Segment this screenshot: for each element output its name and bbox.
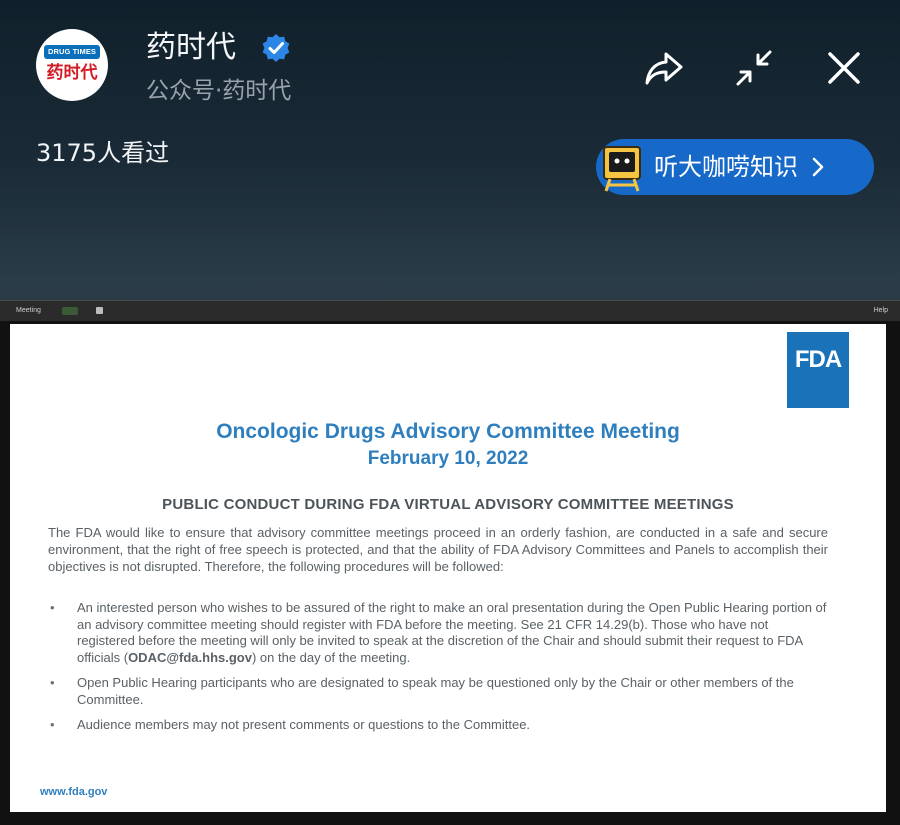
slide-title: Oncologic Drugs Advisory Committee Meeti…: [216, 420, 680, 443]
camera-indicator-icon: [62, 307, 78, 315]
slide-heading: PUBLIC CONDUCT DURING FDA VIRTUAL ADVISO…: [162, 496, 734, 513]
presentation-slide: FDA Oncologic Drugs Advisory Committee M…: [10, 324, 886, 812]
listen-expert-label: 听大咖唠知识: [654, 153, 798, 181]
bullet-text: Audience members may not present comment…: [77, 717, 531, 732]
slide-date: February 10, 2022: [367, 448, 529, 469]
close-icon: [828, 52, 860, 84]
list-item: • Open Public Hearing participants who a…: [48, 675, 828, 708]
shrink-icon: [736, 50, 772, 86]
bullet-mark: •: [50, 675, 55, 690]
tool-indicator-icon: [96, 307, 103, 314]
bullet-mark: •: [50, 717, 55, 732]
account-name[interactable]: 药时代: [146, 28, 236, 68]
listen-expert-button[interactable]: 听大咖唠知识: [596, 139, 874, 195]
chevron-right-icon: [812, 157, 824, 177]
slide-intro-paragraph: The FDA would like to ensure that adviso…: [48, 525, 828, 574]
share-icon: [645, 52, 683, 85]
view-count: 3175人看过: [36, 139, 170, 167]
logo-text-top: DRUG TIMES: [44, 45, 100, 59]
video-player[interactable]: Meeting Help FDA Oncologic Drugs Advisor…: [0, 300, 900, 825]
bullet-text: Open Public Hearing participants who are…: [77, 675, 794, 707]
share-button[interactable]: [642, 46, 686, 90]
fda-logo: FDA: [787, 332, 849, 408]
list-item: • Audience members may not present comme…: [48, 717, 828, 734]
expert-badge-icon: [600, 141, 648, 193]
bullet-mark: •: [50, 600, 55, 615]
account-avatar[interactable]: DRUG TIMES 药时代: [36, 29, 108, 101]
list-item: • An interested person who wishes to be …: [48, 600, 828, 666]
logo-text-bottom: 药时代: [46, 63, 98, 83]
minimize-button[interactable]: [732, 46, 776, 90]
account-subtitle: 公众号·药时代: [146, 78, 292, 104]
help-menu: Help: [873, 307, 888, 314]
verified-icon: [260, 32, 292, 64]
close-button[interactable]: [822, 46, 866, 90]
meeting-menu: Meeting: [16, 307, 41, 314]
bullet-text: ) on the day of the meeting.: [251, 649, 411, 665]
meeting-toolbar: Meeting Help: [0, 300, 900, 321]
slide-bullet-list: • An interested person who wishes to be …: [48, 600, 828, 743]
fda-website-url: www.fda.gov: [40, 786, 108, 798]
contact-email: ODAC@fda.hhs.gov: [128, 649, 252, 665]
